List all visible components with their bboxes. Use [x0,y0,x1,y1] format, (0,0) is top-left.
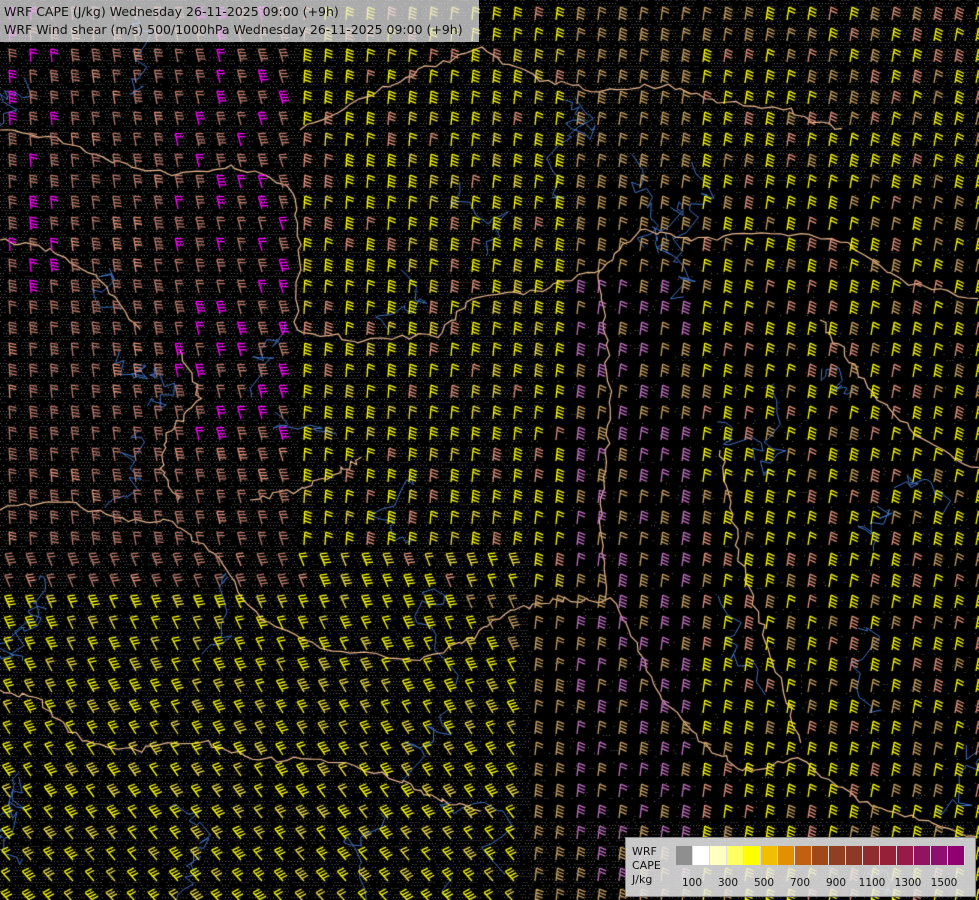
legend-swatch [778,846,795,865]
legend-swatch [761,846,778,865]
legend-swatch [931,846,948,865]
legend-label: WRF CAPE J/kg [632,845,661,887]
wind-shear-title: WRF Wind shear (m/s) 500/1000hPa Wednesd… [4,22,463,37]
legend-swatch [948,846,965,865]
cape-legend: WRF CAPE J/kg 100 300 500 700 900 1100 1300 150… [625,837,976,897]
legend-swatch [693,846,710,865]
legend-swatch [863,846,880,865]
map-title-box: WRF CAPE (J/kg) Wednesday 26-11-2025 09:… [0,0,479,42]
legend-swatch [880,846,897,865]
legend-swatch [914,846,931,865]
legend-tick: 700 [789,877,811,889]
legend-tick: 1300 [894,877,922,889]
legend-tick: 1500 [930,877,958,889]
cape-title: WRF CAPE (J/kg) Wednesday 26-11-2025 09:… [4,4,339,19]
legend-color-scale [676,846,965,865]
legend-swatch [897,846,914,865]
wind-shear-cape-map [0,0,979,900]
legend-tick: 900 [825,877,847,889]
legend-tick-labels: 100 300 500 700 900 1100 1300 1500 [676,877,971,890]
legend-tick: 500 [753,877,775,889]
legend-swatch [676,846,693,865]
legend-tick: 1100 [858,877,886,889]
legend-swatch [829,846,846,865]
legend-swatch [727,846,744,865]
legend-model: WRF [632,845,657,858]
legend-tick: 100 [681,877,703,889]
legend-swatch [710,846,727,865]
legend-field: CAPE [632,859,661,872]
legend-swatch [744,846,761,865]
legend-unit: J/kg [632,873,653,886]
legend-swatch [846,846,863,865]
legend-swatch [812,846,829,865]
legend-tick: 300 [717,877,739,889]
legend-swatch [795,846,812,865]
